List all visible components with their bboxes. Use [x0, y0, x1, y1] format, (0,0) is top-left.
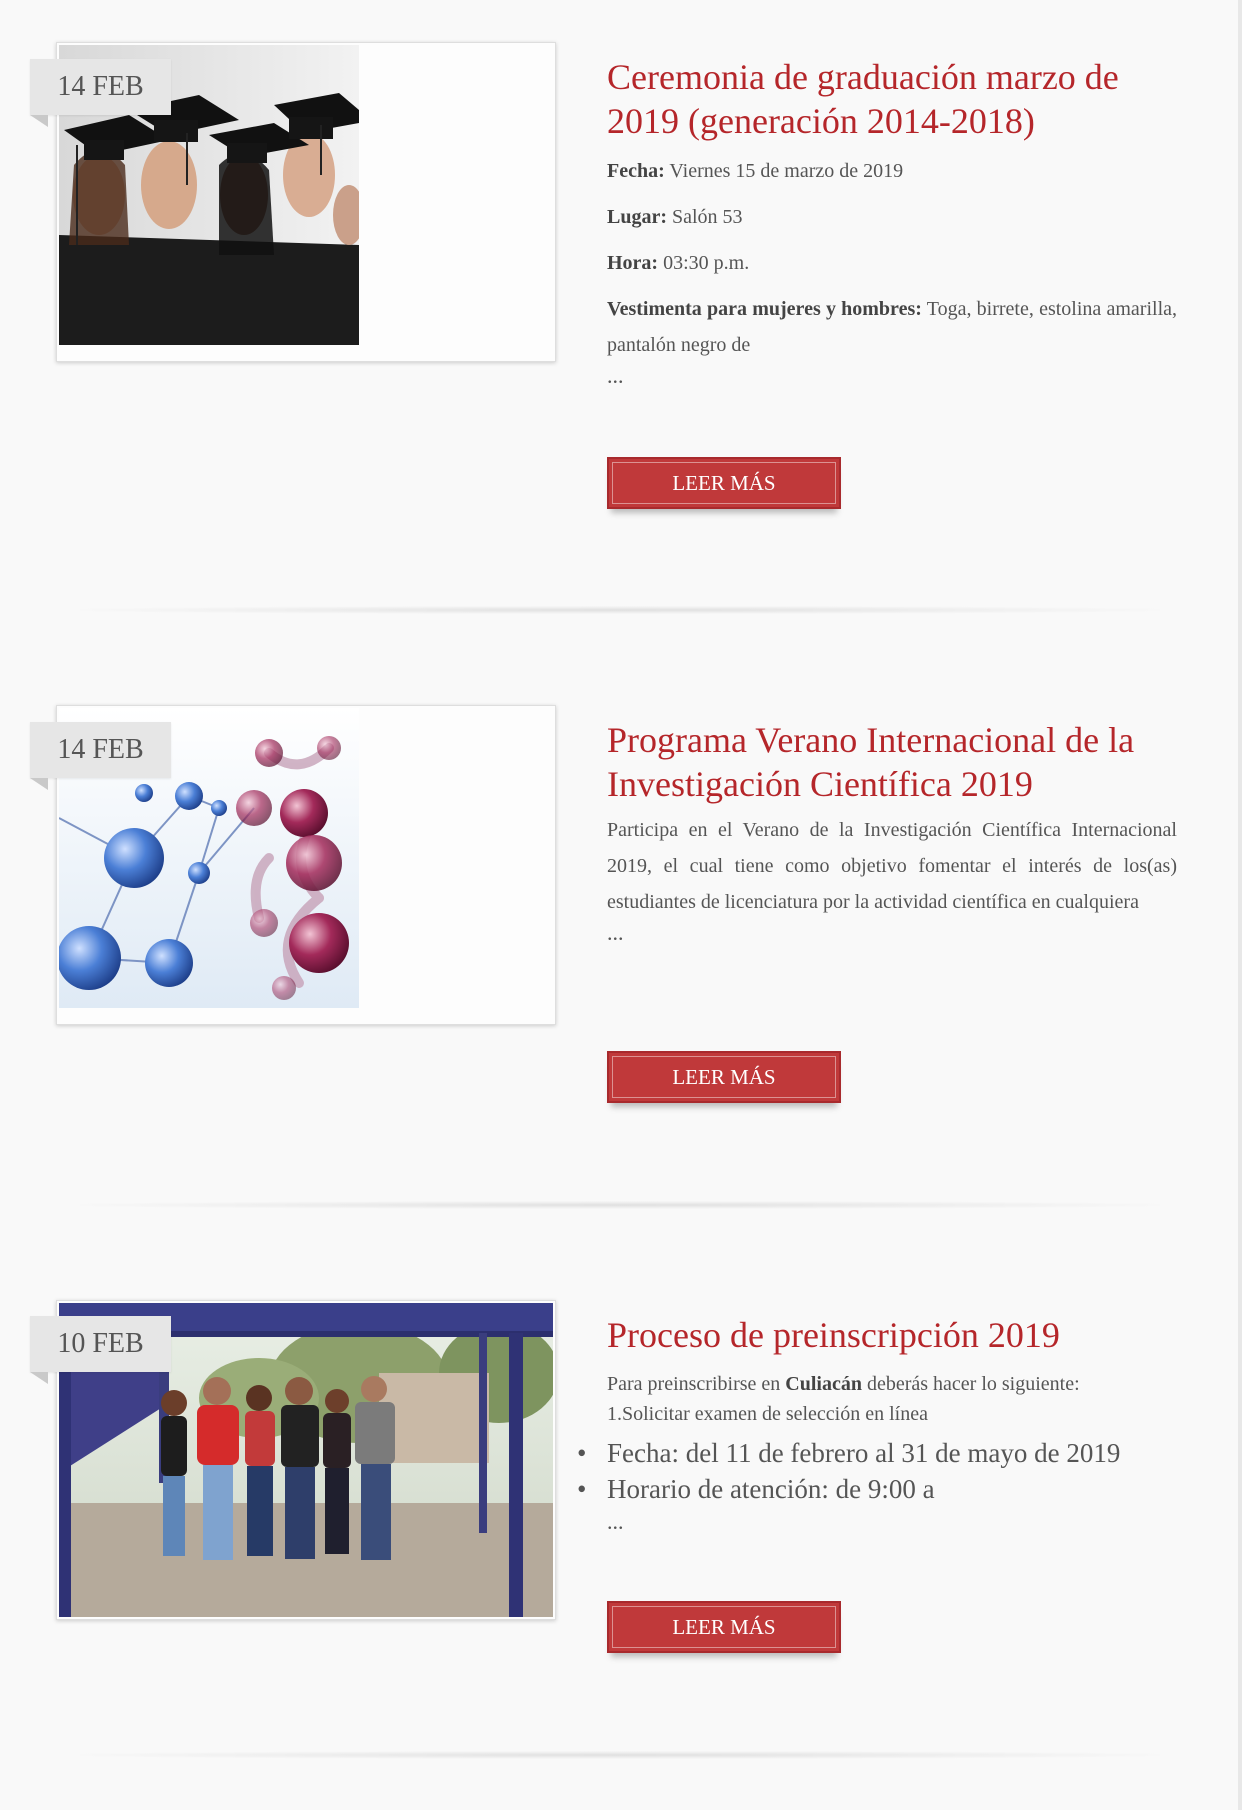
post-intro: Para preinscribirse en Culiacán deberás … — [607, 1369, 1177, 1399]
meta-value: 03:30 p.m. — [658, 252, 750, 274]
date-badge: 14 FEB — [30, 722, 171, 790]
meta-value: Viernes 15 de marzo de 2019 — [664, 160, 904, 182]
list-item: Fecha: del 11 de febrero al 31 de mayo d… — [577, 1435, 1177, 1471]
post-body: Programa Verano Internacional de la Inve… — [607, 718, 1177, 946]
ellipsis: ... — [607, 363, 624, 388]
divider — [80, 1751, 1160, 1759]
scrollbar-track[interactable] — [1238, 0, 1242, 1810]
meta-attire: Vestimenta para mujeres y hombres: Toga,… — [607, 291, 1177, 363]
intro-city: Culiacán — [785, 1373, 862, 1395]
divider — [80, 606, 1160, 614]
post-body: Proceso de preinscripción 2019 Para prei… — [577, 1313, 1177, 1535]
intro-text: Para preinscribirse en — [607, 1373, 786, 1395]
list-item: Horario de atención: de 9:00 a — [577, 1471, 1177, 1507]
date-badge: 14 FEB — [30, 59, 171, 127]
divider — [80, 1201, 1160, 1209]
intro-text: deberás hacer lo siguiente: — [861, 1373, 1080, 1395]
news-list-page: 14 FEB Ceremonia de graduación marzo de … — [0, 0, 1242, 1810]
date-badge: 10 FEB — [30, 1316, 171, 1384]
post-body: Ceremonia de graduación marzo de 2019 (g… — [607, 55, 1177, 389]
post-excerpt: Participa en el Verano de la Investigaci… — [607, 819, 1177, 913]
post-title[interactable]: Ceremonia de graduación marzo de 2019 (g… — [607, 55, 1177, 143]
meta-label: Fecha: — [607, 160, 665, 182]
post-title[interactable]: Proceso de preinscripción 2019 — [607, 1313, 1177, 1357]
meta-label: Lugar: — [607, 206, 667, 228]
post-step: 1.Solicitar examen de selección en línea — [607, 1403, 928, 1425]
meta-value: Salón 53 — [667, 206, 743, 228]
read-more-button[interactable]: LEER MÁS — [607, 457, 841, 509]
meta-date: Fecha: Viernes 15 de marzo de 2019 — [607, 159, 1177, 183]
ellipsis: ... — [607, 1509, 624, 1534]
post-title[interactable]: Programa Verano Internacional de la Inve… — [607, 718, 1177, 806]
meta-label: Hora: — [607, 252, 659, 274]
ellipsis: ... — [607, 920, 624, 945]
meta-time: Hora: 03:30 p.m. — [607, 251, 1177, 275]
meta-place: Lugar: Salón 53 — [607, 205, 1177, 229]
read-more-button[interactable]: LEER MÁS — [607, 1051, 841, 1103]
read-more-button[interactable]: LEER MÁS — [607, 1601, 841, 1653]
info-list: Fecha: del 11 de febrero al 31 de mayo d… — [577, 1435, 1177, 1507]
meta-label: Vestimenta para mujeres y hombres: — [607, 298, 922, 320]
